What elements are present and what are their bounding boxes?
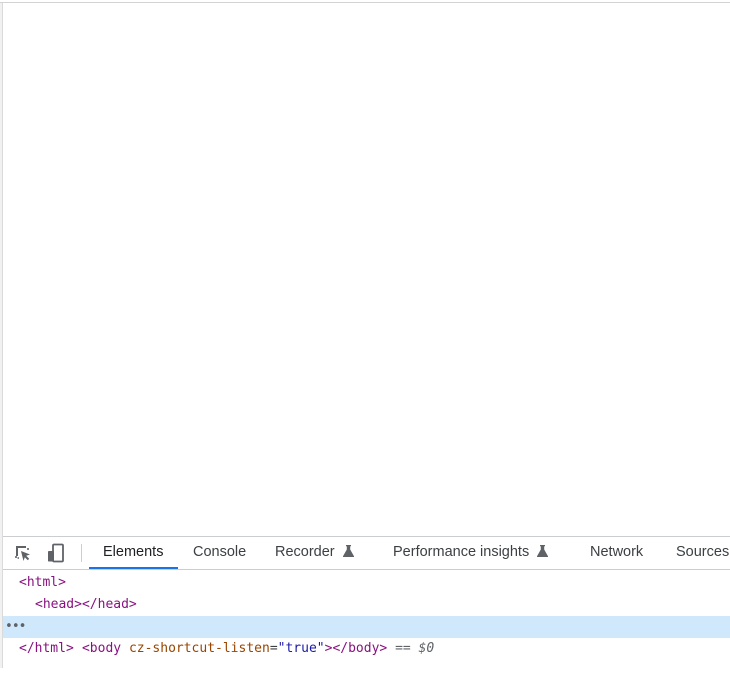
devtools-toolbar: Elements Console Recorder Performance in… bbox=[3, 537, 730, 570]
tab-network[interactable]: Network bbox=[590, 537, 643, 569]
tab-label: Sources bbox=[676, 544, 730, 560]
tab-console[interactable]: Console bbox=[193, 537, 246, 569]
tab-label: Performance insights bbox=[393, 544, 530, 560]
tab-elements[interactable]: Elements bbox=[103, 537, 163, 569]
tab-label: Console bbox=[193, 544, 247, 560]
device-toolbar-icon[interactable] bbox=[46, 543, 66, 563]
toolbar-separator bbox=[81, 544, 82, 562]
html-close-tag: </html> bbox=[19, 641, 74, 656]
head-tag: <head></head> bbox=[35, 597, 137, 612]
dom-node-html-open[interactable]: <html> bbox=[3, 572, 730, 594]
tab-performance-insights[interactable]: Performance insights bbox=[393, 537, 549, 569]
devtools-panel: Elements Console Recorder Performance in… bbox=[3, 536, 730, 669]
html-open-tag: <html> bbox=[19, 575, 66, 590]
dom-node-head[interactable]: <head></head> bbox=[3, 594, 730, 616]
tab-label: Elements bbox=[103, 544, 164, 560]
row-more-icon[interactable]: ••• bbox=[5, 616, 27, 638]
tab-label: Network bbox=[590, 544, 644, 560]
inspect-element-icon[interactable] bbox=[13, 543, 33, 563]
dom-node-body-selected[interactable]: ••• <body cz-shortcut-listen="true"></bod… bbox=[3, 616, 730, 656]
dom-tree: <html> <head></head> ••• <body cz-shortcu… bbox=[3, 570, 730, 669]
tab-label: Recorder bbox=[275, 544, 335, 560]
active-tab-indicator bbox=[89, 567, 178, 569]
experiment-flask-icon bbox=[537, 538, 549, 557]
tab-sources[interactable]: Sources bbox=[676, 537, 729, 569]
dom-node-html-close[interactable]: </html> bbox=[3, 638, 730, 660]
experiment-flask-icon bbox=[342, 538, 354, 557]
tab-recorder[interactable]: Recorder bbox=[275, 537, 354, 569]
page-viewport[interactable] bbox=[3, 3, 730, 536]
